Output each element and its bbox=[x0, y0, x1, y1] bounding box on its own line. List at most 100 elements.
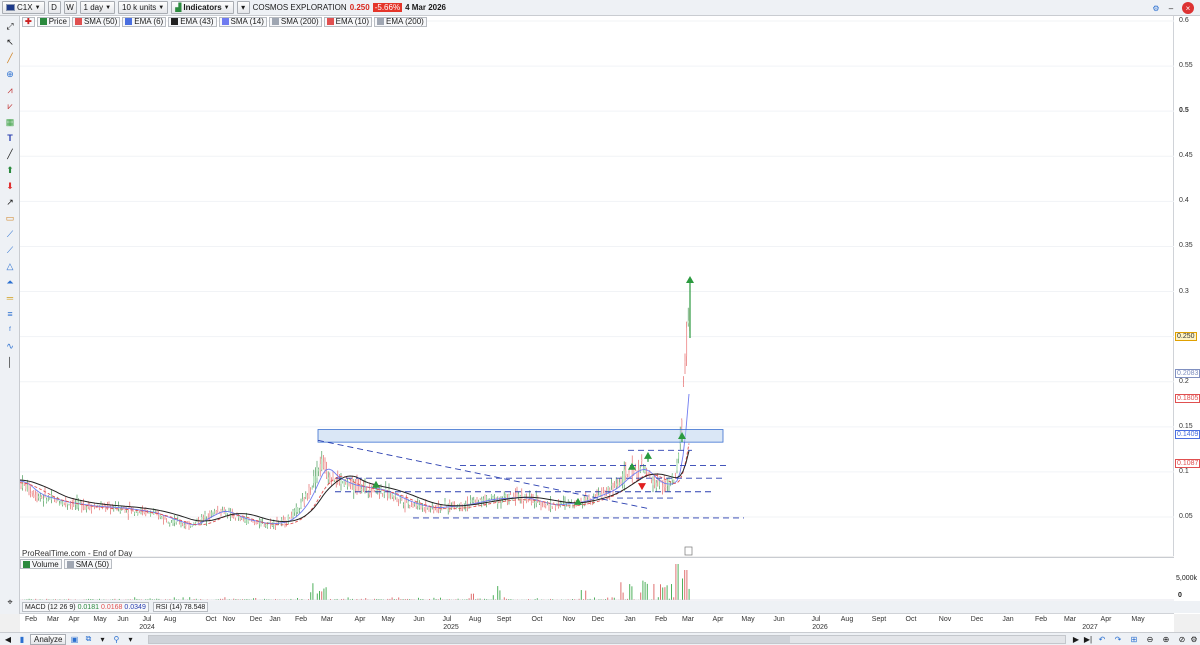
candle-body bbox=[74, 504, 76, 505]
candle-body bbox=[626, 474, 628, 477]
trendline-tool-icon[interactable]: ⟋ bbox=[3, 228, 17, 240]
arrow-down-tool-icon[interactable]: ⬇ bbox=[3, 180, 17, 192]
line-tool-icon[interactable]: ╱ bbox=[3, 148, 17, 160]
chart-type-icon[interactable]: ▮ bbox=[16, 634, 28, 645]
price-axis[interactable]: 0.60.550.50.450.40.350.30.250.20.150.10.… bbox=[1174, 16, 1200, 614]
legend-item[interactable]: EMA (10) bbox=[323, 16, 373, 27]
fan-tool-icon[interactable]: ⩗ bbox=[3, 100, 17, 112]
candle-body bbox=[617, 483, 619, 485]
close-icon[interactable]: × bbox=[1182, 2, 1194, 14]
redo-icon[interactable]: ↷ bbox=[1112, 634, 1124, 645]
volume-legend: Volume SMA (50) bbox=[20, 559, 113, 569]
mode-d-button[interactable]: D bbox=[47, 1, 61, 14]
indicators-button[interactable]: ▟ Indicators ▼ bbox=[171, 1, 234, 14]
rsi-legend[interactable]: RSI (14) 78.548 bbox=[152, 602, 209, 612]
horizontal-line-tool-icon[interactable]: ═ bbox=[3, 292, 17, 304]
fib-extension-tool-icon[interactable]: ᶠ bbox=[3, 324, 17, 336]
analyze-button[interactable]: Analyze bbox=[30, 633, 67, 645]
channel-tool-icon[interactable]: ▭ bbox=[3, 212, 17, 224]
price-chart-area[interactable] bbox=[20, 16, 1174, 556]
candle-body bbox=[654, 477, 656, 486]
triangle-tool-icon[interactable]: △ bbox=[3, 260, 17, 272]
legend-item[interactable]: Volume bbox=[20, 559, 62, 569]
zoom-in-icon[interactable]: ⊕ bbox=[1160, 634, 1172, 645]
units-selector[interactable]: 10 k units ▼ bbox=[118, 1, 169, 14]
ruler-tool-icon[interactable]: ╱ bbox=[3, 52, 17, 64]
cursor-tool-icon[interactable]: ⤢ bbox=[3, 20, 17, 32]
macd-legend[interactable]: MACD (12 26 9) 0.0181 0.0168 0.0349 bbox=[22, 602, 149, 612]
fibonacci-tool-icon[interactable]: ⩘ bbox=[3, 84, 17, 96]
volume-bar bbox=[319, 590, 320, 600]
level-tool-icon[interactable]: ≡ bbox=[3, 308, 17, 320]
legend-item[interactable]: SMA (200) bbox=[268, 16, 322, 27]
minimize-icon[interactable]: – bbox=[1165, 2, 1177, 14]
crosshair-tool-icon[interactable]: ⌖ bbox=[3, 596, 17, 608]
candle-body bbox=[105, 508, 107, 510]
legend-item[interactable]: SMA (50) bbox=[71, 16, 121, 27]
candle-body bbox=[534, 501, 536, 504]
candle-body bbox=[166, 519, 168, 521]
legend-close-button[interactable]: ✚ bbox=[22, 16, 35, 27]
mode-w-button[interactable]: W bbox=[63, 1, 77, 14]
timeframe-selector[interactable]: 1 day ▼ bbox=[79, 1, 116, 14]
layout-icon[interactable]: ⊞ bbox=[1128, 634, 1140, 645]
screenshot-icon[interactable]: ▣ bbox=[68, 634, 80, 645]
duplicate-icon[interactable]: ⧉ bbox=[82, 634, 94, 645]
settings-icon[interactable]: ⚙ bbox=[1188, 634, 1200, 645]
legend-item[interactable]: SMA (14) bbox=[218, 16, 267, 27]
candle-body bbox=[407, 501, 409, 505]
chevron-down-icon[interactable]: ▾ bbox=[96, 634, 108, 645]
pointer-tool-icon[interactable]: ↖ bbox=[3, 36, 17, 48]
price-tag: 0.1409 bbox=[1175, 430, 1200, 440]
vertical-line-tool-icon[interactable]: │ bbox=[3, 356, 17, 368]
symbol-selector[interactable]: C1X ▼ bbox=[2, 1, 45, 14]
legend-label: Volume bbox=[32, 559, 59, 569]
legend-item[interactable]: EMA (200) bbox=[374, 16, 427, 27]
candle-body bbox=[158, 513, 160, 518]
candle-body bbox=[159, 515, 161, 518]
segment-tool-icon[interactable]: ⟋ bbox=[3, 244, 17, 256]
volume-pane[interactable]: Volume SMA (50) bbox=[20, 557, 1174, 601]
volume-bar bbox=[189, 597, 191, 600]
settings-gear-icon[interactable]: ⚙ bbox=[1150, 2, 1162, 14]
volume-bar bbox=[473, 593, 474, 600]
text-tool-icon[interactable]: T bbox=[3, 132, 17, 144]
legend-item[interactable]: SMA (50) bbox=[63, 559, 113, 569]
candle-body bbox=[234, 518, 236, 520]
legend-item[interactable]: Price bbox=[36, 16, 70, 27]
legend-label: SMA (50) bbox=[75, 559, 110, 569]
time-axis[interactable]: Feb Mar Apr May Jun Jul Aug Oct Nov Dec Jan Feb Mar A… bbox=[20, 613, 1174, 632]
chart-options-button[interactable]: ▾ bbox=[236, 1, 250, 14]
undo-icon[interactable]: ↶ bbox=[1096, 634, 1108, 645]
arrow-tool-icon[interactable]: ↗ bbox=[3, 196, 17, 208]
candle-body bbox=[503, 495, 505, 497]
time-tick-label: Nov bbox=[938, 616, 952, 623]
gann-tool-icon[interactable]: ▦ bbox=[3, 116, 17, 128]
arrow-up-tool-icon[interactable]: ⬆ bbox=[3, 164, 17, 176]
volume-bar bbox=[499, 590, 501, 600]
time-tick-label: Dec bbox=[249, 616, 263, 623]
scroll-thumb[interactable] bbox=[149, 636, 791, 643]
zoom-reset-icon[interactable]: ⊘ bbox=[1176, 634, 1188, 645]
candle-body bbox=[561, 502, 563, 504]
search-icon[interactable]: ⚲ bbox=[110, 634, 122, 645]
legend-item[interactable]: EMA (6) bbox=[122, 16, 167, 27]
time-scrollbar[interactable] bbox=[148, 635, 1066, 644]
volume-bar bbox=[182, 597, 184, 600]
scroll-end-icon[interactable]: ▶| bbox=[1082, 634, 1094, 645]
year-label: 2024 bbox=[139, 624, 155, 631]
pattern-tool-icon[interactable]: ⏶ bbox=[3, 276, 17, 288]
candle-body bbox=[460, 502, 462, 509]
spline-tool-icon[interactable]: ∿ bbox=[3, 340, 17, 352]
volume-bar bbox=[297, 597, 298, 600]
legend-item[interactable]: EMA (43) bbox=[168, 16, 217, 27]
zoom-out-icon[interactable]: ⊖ bbox=[1144, 634, 1156, 645]
volume-bar bbox=[323, 588, 325, 600]
chevron-down-icon[interactable]: ▾ bbox=[124, 634, 136, 645]
scroll-right-icon[interactable]: ▶ bbox=[1070, 634, 1082, 645]
scroll-left-icon[interactable]: ◀ bbox=[2, 634, 14, 645]
zoom-tool-icon[interactable]: ⊕ bbox=[3, 68, 17, 80]
candle-body bbox=[388, 488, 390, 499]
time-tick-label: Feb bbox=[1034, 616, 1048, 623]
price-tag: 0.1805 bbox=[1175, 394, 1200, 404]
